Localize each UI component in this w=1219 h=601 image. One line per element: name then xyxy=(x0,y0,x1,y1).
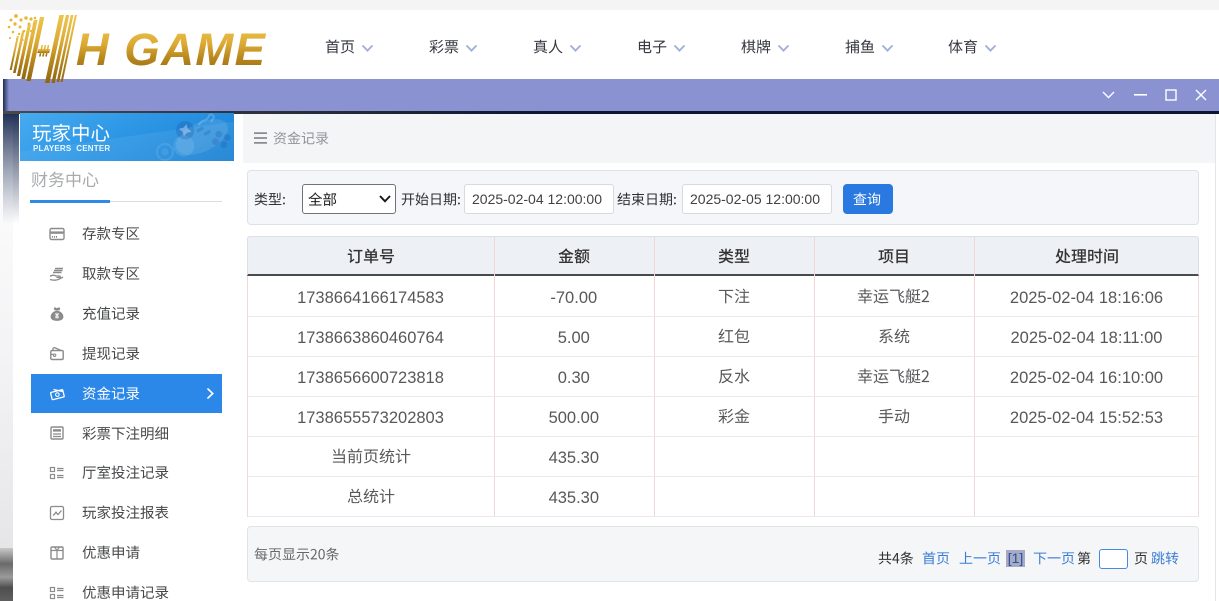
svg-text:H GAME: H GAME xyxy=(76,24,267,75)
